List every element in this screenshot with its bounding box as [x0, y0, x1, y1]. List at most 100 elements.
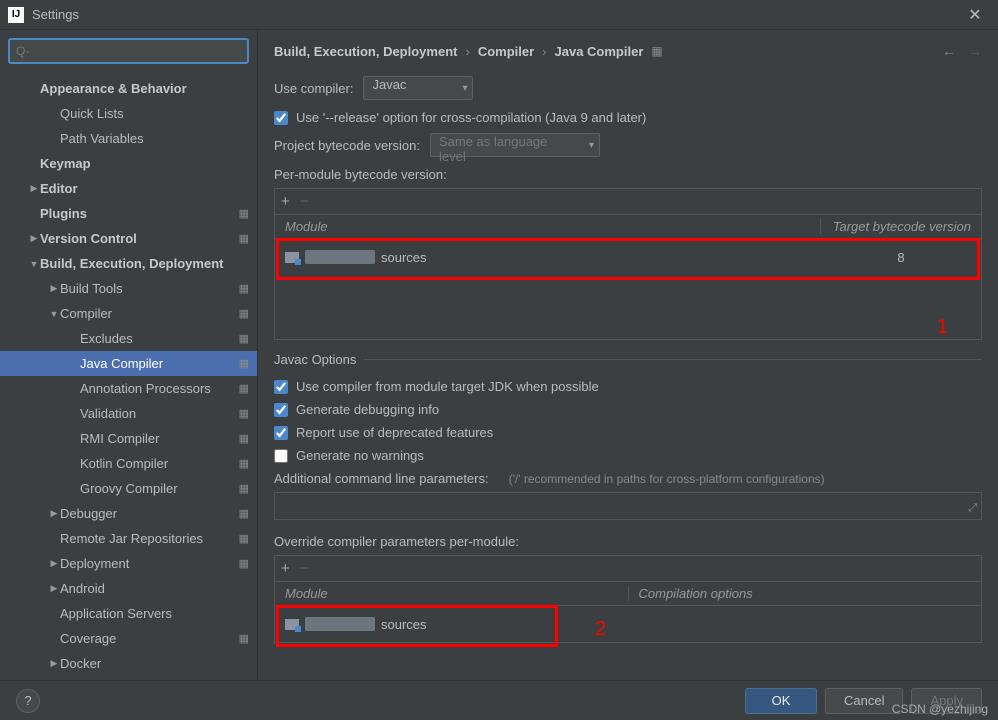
- sidebar-item-version-control[interactable]: ▶Version Control▦: [0, 226, 257, 251]
- project-settings-icon: ▦: [239, 457, 249, 470]
- sidebar-item-coverage[interactable]: Coverage▦: [0, 626, 257, 651]
- tree-arrow-icon[interactable]: ▶: [28, 183, 40, 194]
- project-settings-icon: ▦: [239, 307, 249, 320]
- sidebar-item-remote-jar-repositories[interactable]: Remote Jar Repositories▦: [0, 526, 257, 551]
- module-folder-icon: [285, 252, 299, 263]
- add-icon[interactable]: +: [281, 193, 290, 210]
- help-button[interactable]: ?: [16, 689, 40, 713]
- dialog-footer: ? OK Cancel Apply: [0, 680, 998, 720]
- project-bytecode-select[interactable]: Same as language level: [430, 133, 600, 157]
- project-settings-icon: ▦: [239, 207, 249, 220]
- sidebar-item-label: Quick Lists: [60, 106, 249, 121]
- sidebar-item-build-execution-deployment[interactable]: ▼Build, Execution, Deployment: [0, 251, 257, 276]
- sidebar-item-android[interactable]: ▶Android: [0, 576, 257, 601]
- sidebar-item-quick-lists[interactable]: Quick Lists: [0, 101, 257, 126]
- sidebar-item-label: Debugger: [60, 506, 235, 521]
- report-deprecated-checkbox[interactable]: [274, 426, 288, 440]
- project-settings-icon: ▦: [239, 332, 249, 345]
- sidebar-item-excludes[interactable]: Excludes▦: [0, 326, 257, 351]
- release-option-label: Use '--release' option for cross-compila…: [296, 110, 646, 125]
- tree-arrow-icon[interactable]: ▶: [48, 558, 60, 569]
- sidebar-item-label: Build Tools: [60, 281, 235, 296]
- sidebar-item-debugger[interactable]: ▶Debugger▦: [0, 501, 257, 526]
- sidebar-item-validation[interactable]: Validation▦: [0, 401, 257, 426]
- tree-arrow-icon[interactable]: ▶: [48, 583, 60, 594]
- add-icon[interactable]: +: [281, 560, 290, 577]
- report-deprecated-label: Report use of deprecated features: [296, 425, 493, 440]
- sidebar-item-label: Kotlin Compiler: [80, 456, 235, 471]
- sidebar-item-label: Plugins: [40, 206, 235, 221]
- project-bytecode-label: Project bytecode version:: [274, 138, 420, 153]
- project-settings-icon: ▦: [239, 432, 249, 445]
- use-module-jdk-checkbox[interactable]: [274, 380, 288, 394]
- sidebar-item-label: Annotation Processors: [80, 381, 235, 396]
- table-row[interactable]: sources: [275, 606, 981, 642]
- params-hint: ('/' recommended in paths for cross-plat…: [509, 472, 825, 486]
- remove-icon: −: [300, 560, 309, 577]
- sidebar-item-label: Compiler: [60, 306, 235, 321]
- tree-arrow-icon[interactable]: ▶: [28, 233, 40, 244]
- target-bytecode-value[interactable]: 8: [821, 250, 981, 265]
- sidebar-item-java-compiler[interactable]: Java Compiler ▦: [0, 351, 257, 376]
- nav-back-icon[interactable]: ←: [942, 43, 956, 59]
- breadcrumb-part3: Java Compiler: [555, 44, 644, 59]
- sidebar-item-docker[interactable]: ▶Docker: [0, 651, 257, 676]
- sidebar-item-editor[interactable]: ▶Editor: [0, 176, 257, 201]
- sidebar-item-label: RMI Compiler: [80, 431, 235, 446]
- sidebar-item-compiler[interactable]: ▼Compiler ▦: [0, 301, 257, 326]
- annotation-1: 1: [937, 316, 948, 339]
- sidebar-item-build-tools[interactable]: ▶Build Tools▦: [0, 276, 257, 301]
- expand-icon[interactable]: ⤢: [968, 502, 977, 515]
- project-settings-icon: ▦: [651, 44, 662, 58]
- sidebar-item-kotlin-compiler[interactable]: Kotlin Compiler ▦: [0, 451, 257, 476]
- no-warnings-checkbox[interactable]: [274, 449, 288, 463]
- tree-arrow-icon[interactable]: ▼: [48, 309, 60, 319]
- tree-arrow-icon[interactable]: ▶: [48, 283, 60, 294]
- table-row[interactable]: sources 8: [275, 239, 981, 275]
- sidebar-item-label: Validation: [80, 406, 235, 421]
- sidebar-item-path-variables[interactable]: Path Variables: [0, 126, 257, 151]
- sidebar-item-plugins[interactable]: Plugins ▦: [0, 201, 257, 226]
- module-suffix: sources: [381, 617, 427, 632]
- close-icon[interactable]: ✕: [960, 5, 990, 25]
- col-compilation-options: Compilation options: [629, 586, 982, 601]
- generate-debug-checkbox[interactable]: [274, 403, 288, 417]
- use-compiler-label: Use compiler:: [274, 81, 353, 96]
- sidebar-item-keymap[interactable]: Keymap: [0, 151, 257, 176]
- sidebar-item-label: Docker: [60, 656, 249, 671]
- sidebar-item-label: Java Compiler: [80, 356, 235, 371]
- javac-options-legend: Javac Options: [274, 352, 364, 367]
- sidebar-item-label: Remote Jar Repositories: [60, 531, 235, 546]
- tree-arrow-icon[interactable]: ▼: [28, 259, 40, 269]
- app-icon: IJ: [8, 7, 24, 23]
- sidebar-item-annotation-processors[interactable]: Annotation Processors ▦: [0, 376, 257, 401]
- tree-arrow-icon[interactable]: ▶: [48, 508, 60, 519]
- sidebar-item-rmi-compiler[interactable]: RMI Compiler ▦: [0, 426, 257, 451]
- breadcrumb-sep-icon: ›: [542, 44, 546, 59]
- nav-forward-icon[interactable]: →: [968, 43, 982, 59]
- sidebar-item-groovy-compiler[interactable]: Groovy Compiler▦: [0, 476, 257, 501]
- sidebar-item-appearance-behavior[interactable]: Appearance & Behavior: [0, 76, 257, 101]
- sidebar-item-label: Editor: [40, 181, 249, 196]
- sidebar-item-deployment[interactable]: ▶Deployment▦: [0, 551, 257, 576]
- breadcrumb-part1[interactable]: Build, Execution, Deployment: [274, 44, 457, 59]
- settings-tree: Appearance & Behavior Quick Lists Path Var…: [0, 72, 257, 680]
- ok-button[interactable]: OK: [745, 688, 817, 714]
- no-warnings-label: Generate no warnings: [296, 448, 424, 463]
- breadcrumb-part2[interactable]: Compiler: [478, 44, 534, 59]
- tree-arrow-icon[interactable]: ▶: [48, 658, 60, 669]
- release-option-checkbox[interactable]: [274, 111, 288, 125]
- sidebar-item-label: Path Variables: [60, 131, 249, 146]
- use-compiler-select[interactable]: Javac: [363, 76, 473, 100]
- remove-icon: −: [300, 193, 309, 210]
- redacted-module-name: [305, 617, 375, 631]
- sidebar-item-application-servers[interactable]: Application Servers: [0, 601, 257, 626]
- sidebar-item-label: Android: [60, 581, 249, 596]
- module-folder-icon: [285, 619, 299, 630]
- project-settings-icon: ▦: [239, 382, 249, 395]
- sidebar-item-label: Application Servers: [60, 606, 249, 621]
- project-settings-icon: ▦: [239, 482, 249, 495]
- search-input[interactable]: [8, 38, 249, 64]
- params-input[interactable]: ⤢: [274, 492, 982, 520]
- project-settings-icon: ▦: [239, 357, 249, 370]
